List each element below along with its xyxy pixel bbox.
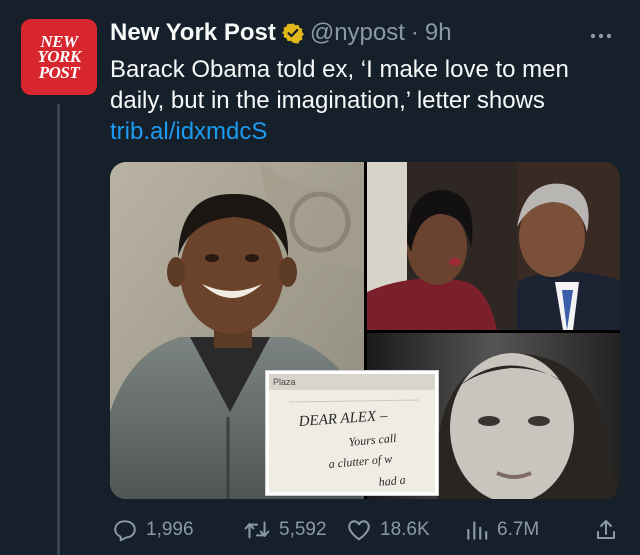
repost-count: 5,592 — [279, 519, 327, 540]
views-count: 6.7M — [497, 519, 540, 540]
verified-badge-icon — [281, 23, 304, 44]
media-photo-top-right[interactable] — [367, 162, 620, 330]
tweet-body: Barack Obama told ex, ‘I make love to me… — [110, 56, 569, 114]
like-count: 18.6K — [380, 519, 430, 540]
tweet-text: Barack Obama told ex, ‘I make love to me… — [110, 54, 620, 147]
separator-dot: · — [410, 19, 419, 46]
letter-note: Plaza DEAR ALEX – Yours call a clutter o… — [266, 371, 438, 495]
more-options-icon[interactable] — [590, 24, 612, 40]
letter-line-3: had a — [378, 473, 406, 489]
author-name[interactable]: New York Post — [110, 19, 276, 47]
repost-icon — [244, 521, 270, 539]
timestamp[interactable]: 9h — [425, 19, 452, 47]
letter-note-image: Plaza DEAR ALEX – Yours call a clutter o… — [269, 374, 435, 492]
reply-icon — [114, 520, 136, 542]
heart-icon — [348, 520, 370, 541]
repost-button[interactable]: 5,592 — [243, 515, 327, 545]
tweet-link[interactable]: trib.al/idxmdcS — [110, 116, 620, 147]
share-icon — [597, 520, 615, 539]
avatar-line-3: POST — [38, 62, 80, 82]
like-button[interactable]: 18.6K — [346, 515, 430, 545]
share-button[interactable] — [594, 515, 618, 545]
author-handle[interactable]: @nypost — [310, 19, 405, 47]
tweet-actions: 1,996 5,592 18.6K 6.7M — [110, 515, 620, 545]
views-button[interactable]: 6.7M — [465, 515, 539, 545]
avatar[interactable]: NEW YORK POST — [21, 19, 97, 95]
thread-line — [57, 104, 60, 555]
reply-button[interactable]: 1,996 — [112, 515, 194, 545]
letter-plaza: Plaza — [273, 377, 296, 387]
reply-count: 1,996 — [146, 519, 194, 540]
views-icon — [467, 521, 488, 540]
media-grid[interactable]: Plaza DEAR ALEX – Yours call a clutter o… — [110, 162, 620, 499]
tweet-header: New York Post @nypost · 9h — [110, 16, 452, 50]
tweet[interactable]: NEW YORK POST New York Post @nypost · 9h… — [0, 0, 640, 555]
